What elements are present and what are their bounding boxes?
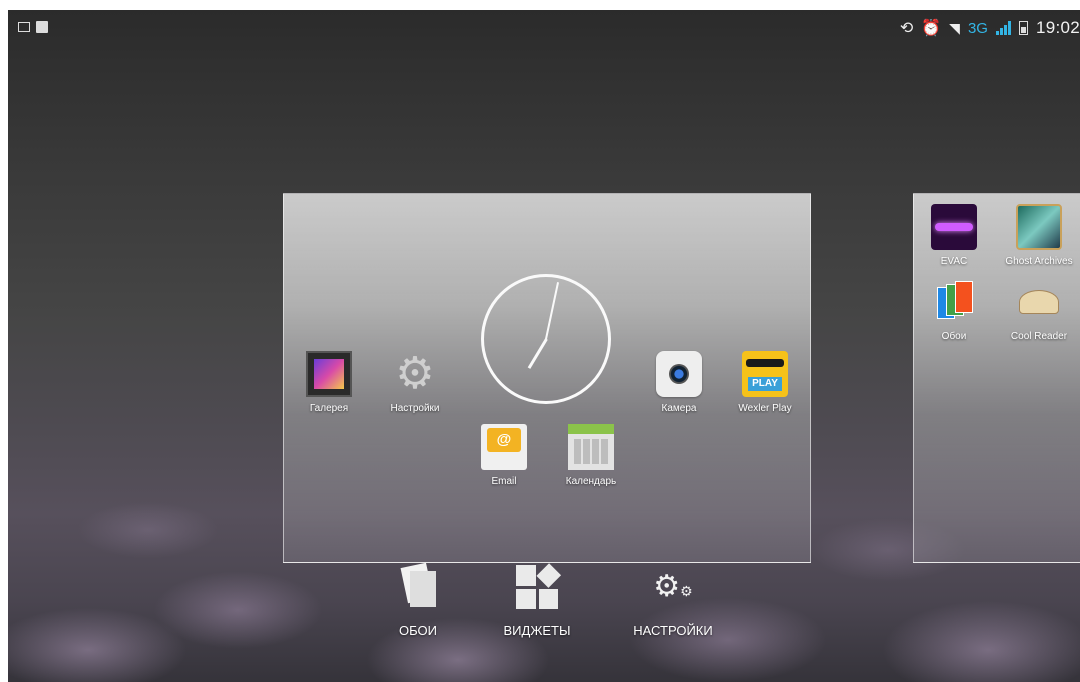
wallpapers-icon [400, 565, 436, 609]
home-page-next[interactable]: EVAC Ghost Archives Обои Cool Reader [913, 193, 1080, 563]
app-gallery[interactable]: Галерея [289, 351, 369, 414]
app-ghost-archives[interactable]: Ghost Archives [999, 204, 1079, 267]
alarm-icon: ⏰ [921, 20, 942, 37]
app-evac[interactable]: EVAC [914, 204, 994, 267]
settings-gear-icon: ⚙⚙ [653, 570, 693, 603]
evac-icon [931, 204, 977, 250]
app-label: Обои [941, 331, 967, 342]
cool-reader-icon [1016, 279, 1062, 325]
network-type: 3G [967, 19, 988, 37]
app-wallpapers[interactable]: Обои [914, 279, 994, 342]
app-label: Wexler Play [738, 403, 792, 414]
clock-minute-hand [545, 282, 560, 340]
app-label: Email [491, 476, 517, 487]
wallpapers-icon [931, 279, 977, 325]
wexler-play-badge: PLAY [748, 377, 782, 391]
clipboard-check-icon [36, 21, 48, 33]
wexler-play-icon: PLAY [742, 351, 788, 397]
sunglasses-shape [746, 359, 784, 367]
home-page-current[interactable]: Галерея ⚙ Настройки Камера PLAY Wexler P… [283, 193, 811, 563]
app-wexler-play[interactable]: PLAY Wexler Play [725, 351, 805, 414]
wallpapers-button[interactable]: ОБОИ [363, 565, 473, 638]
camera-icon [656, 351, 702, 397]
picture-icon [18, 22, 30, 32]
settings-label: НАСТРОЙКИ [633, 623, 713, 638]
app-label: EVAC [940, 256, 968, 267]
app-label: Камера [661, 403, 697, 414]
settings-icon: ⚙ [395, 349, 435, 398]
wallpapers-label: ОБОИ [399, 623, 437, 638]
status-bar[interactable]: ⟲ ⏰ ◥ 3G 19:02 [8, 10, 1080, 44]
app-label: Настройки [390, 403, 440, 414]
app-cool-reader[interactable]: Cool Reader [999, 279, 1079, 342]
settings-button[interactable]: ⚙⚙ НАСТРОЙКИ [618, 565, 728, 638]
app-label: Галерея [309, 403, 349, 414]
analog-clock-widget[interactable] [481, 274, 611, 404]
app-camera[interactable]: Камера [639, 351, 719, 414]
widgets-label: ВИДЖЕТЫ [503, 623, 571, 638]
gallery-icon [306, 351, 352, 397]
app-settings[interactable]: ⚙ Настройки [375, 349, 455, 415]
calendar-icon [568, 424, 614, 470]
app-email[interactable]: @ Email [464, 424, 544, 487]
rotate-icon: ⟲ [899, 20, 914, 37]
wifi-icon: ◥ [949, 19, 960, 36]
status-time: 19:02 [1035, 18, 1080, 37]
email-icon: @ [481, 424, 527, 470]
widgets-button[interactable]: ВИДЖЕТЫ [482, 563, 592, 638]
app-calendar[interactable]: Календарь [551, 424, 631, 487]
email-at-glyph: @ [496, 431, 512, 448]
signal-icon [995, 21, 1011, 35]
app-label: Ghost Archives [1005, 256, 1073, 267]
widgets-icon [516, 563, 561, 609]
clock-hour-hand [527, 338, 548, 369]
home-screen-edit-mode: ⟲ ⏰ ◥ 3G 19:02 Галерея ⚙ Настройки Камер… [8, 10, 1080, 682]
app-label: Календарь [565, 476, 617, 487]
app-label: Cool Reader [1010, 331, 1068, 342]
battery-icon [1018, 21, 1028, 35]
ghost-archives-icon [1016, 204, 1062, 250]
status-icons: ⟲ ⏰ ◥ 3G 19:02 [899, 18, 1080, 37]
